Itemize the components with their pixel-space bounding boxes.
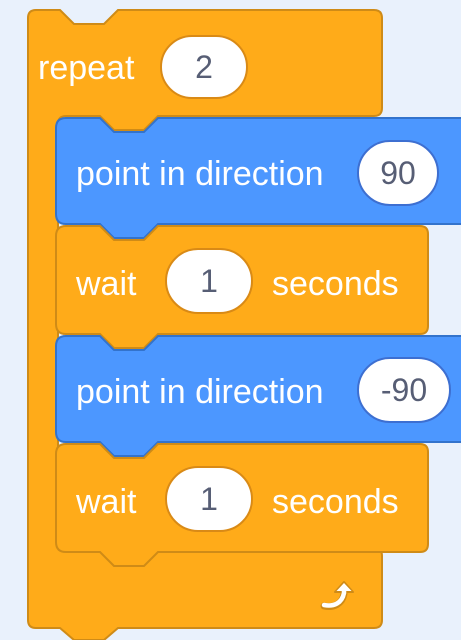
wait-label-2: wait <box>76 483 137 521</box>
wait-label-1: wait <box>76 265 137 303</box>
repeat-label: repeat <box>38 49 135 87</box>
point-direction-label-2: point in direction <box>76 373 324 411</box>
direction-input-2[interactable]: -90 <box>357 357 451 423</box>
repeat-count-input[interactable]: 2 <box>160 35 248 99</box>
blocks-shapes <box>27 9 461 640</box>
seconds-label-2: seconds <box>272 483 399 521</box>
seconds-label-1: seconds <box>272 265 399 303</box>
wait-seconds-input-1[interactable]: 1 <box>165 248 253 314</box>
wait-seconds-input-2[interactable]: 1 <box>165 466 253 532</box>
loop-arrow-icon <box>318 578 356 619</box>
point-direction-label-1: point in direction <box>76 155 324 193</box>
direction-input-1[interactable]: 90 <box>357 140 439 206</box>
script-area: repeat 2 point in direction 90 wait 1 se… <box>0 0 461 640</box>
